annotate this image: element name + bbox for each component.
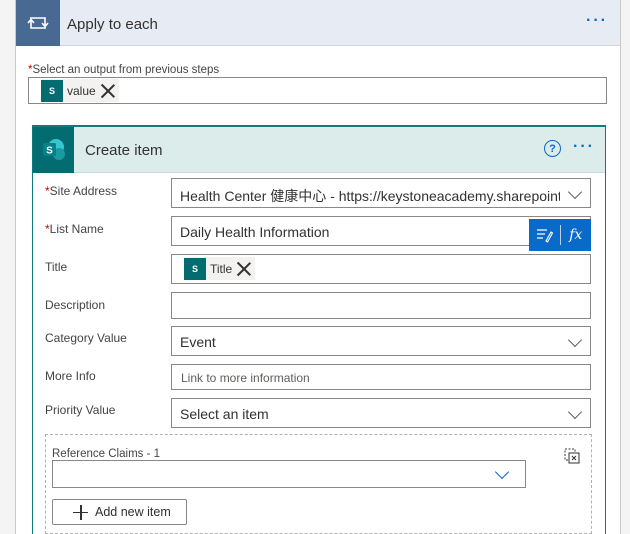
remove-item-icon[interactable]	[564, 448, 580, 467]
dynamic-content-flyout: fx	[529, 219, 591, 251]
create-item-card: S Create item ? ··· *Site Address Health…	[32, 125, 606, 534]
svg-text:S: S	[46, 146, 53, 157]
site-address-dropdown[interactable]: Health Center 健康中心 - https://keystoneaca…	[171, 178, 591, 208]
more-options-icon[interactable]: ···	[573, 138, 595, 156]
sharepoint-icon: S	[184, 257, 206, 280]
reference-claims-group: Reference Claims - 1 Add new item	[45, 434, 592, 534]
expression-icon[interactable]: fx	[561, 219, 592, 251]
category-value-label: Category Value	[45, 331, 127, 345]
help-icon[interactable]: ?	[544, 140, 561, 157]
sharepoint-icon: S	[33, 127, 74, 173]
sharepoint-icon: S	[41, 79, 63, 102]
divider	[559, 225, 561, 245]
more-info-label: More Info	[45, 369, 96, 383]
plus-icon	[73, 504, 88, 520]
dynamic-content-icon[interactable]	[529, 219, 560, 251]
site-address-label: *Site Address	[45, 184, 118, 198]
loop-icon	[16, 0, 60, 46]
remove-token-icon[interactable]	[236, 261, 252, 277]
select-output-label: *Select an output from previous steps	[28, 64, 220, 76]
category-value-dropdown[interactable]: Event	[171, 326, 591, 356]
value-token-label: value	[67, 83, 96, 98]
priority-value-label: Priority Value	[45, 403, 116, 417]
title-token[interactable]: S Title	[184, 257, 256, 280]
description-input[interactable]	[171, 292, 591, 319]
title-input[interactable]: S Title	[171, 254, 591, 284]
more-info-placeholder: Link to more information	[181, 371, 310, 385]
apply-to-each-title: Apply to each	[67, 16, 158, 33]
apply-to-each-container: Apply to each ··· *Select an output from…	[15, 0, 621, 534]
priority-value-value: Select an item	[180, 406, 269, 422]
chevron-down-icon[interactable]	[567, 332, 583, 348]
title-token-label: Title	[210, 261, 233, 276]
site-address-value: Health Center 健康中心 - https://keystoneaca…	[180, 188, 560, 204]
create-item-title: Create item	[85, 142, 163, 159]
reference-claims-dropdown[interactable]	[52, 460, 526, 488]
add-new-item-label: Add new item	[95, 505, 171, 519]
create-item-header[interactable]: S Create item ? ···	[33, 127, 605, 173]
apply-to-each-header[interactable]: Apply to each ···	[16, 0, 620, 46]
remove-token-icon[interactable]	[100, 83, 116, 99]
priority-value-dropdown[interactable]: Select an item	[171, 398, 591, 428]
value-token[interactable]: S value	[41, 79, 119, 102]
category-value-value: Event	[180, 334, 216, 350]
more-options-icon[interactable]: ···	[586, 12, 608, 30]
chevron-down-icon[interactable]	[567, 404, 583, 420]
list-name-input[interactable]: Daily Health Information	[171, 216, 591, 246]
list-name-value: Daily Health Information	[180, 224, 330, 240]
title-label: Title	[45, 260, 68, 274]
chevron-down-icon[interactable]	[567, 184, 583, 200]
list-name-label: *List Name	[45, 222, 104, 236]
description-label: Description	[45, 298, 106, 312]
add-new-item-button[interactable]: Add new item	[52, 499, 187, 525]
reference-claims-label: Reference Claims - 1	[52, 448, 161, 460]
chevron-down-icon[interactable]	[494, 464, 510, 480]
select-output-input[interactable]: S value	[28, 77, 607, 104]
more-info-input[interactable]: Link to more information	[171, 364, 591, 390]
